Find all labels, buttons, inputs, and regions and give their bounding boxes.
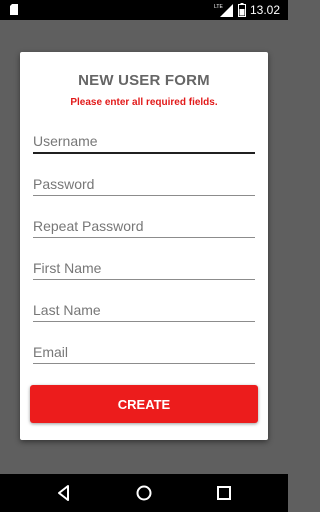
status-icons: LTE 13.02: [214, 2, 280, 18]
username-field[interactable]: [33, 130, 255, 154]
email-field[interactable]: [33, 340, 255, 364]
signal-icon: LTE: [214, 4, 233, 17]
home-icon[interactable]: [133, 482, 155, 504]
email-input[interactable]: [33, 340, 255, 364]
create-button[interactable]: CREATE: [30, 385, 258, 423]
username-input[interactable]: [33, 130, 255, 154]
back-icon[interactable]: [53, 482, 75, 504]
sd-card-icon: [10, 4, 18, 15]
navigation-bar: [0, 474, 288, 512]
repeat-password-field[interactable]: [33, 214, 255, 238]
clock: 13.02: [249, 3, 280, 17]
last-name-input[interactable]: [33, 298, 255, 322]
repeat-password-input[interactable]: [33, 214, 255, 238]
form-title: NEW USER FORM: [78, 72, 210, 89]
required-fields-message: Please enter all required fields.: [70, 97, 218, 108]
status-bar: LTE 13.02: [0, 0, 288, 20]
password-input[interactable]: [33, 172, 255, 196]
recents-icon[interactable]: [213, 482, 235, 504]
first-name-field[interactable]: [33, 256, 255, 280]
new-user-dialog: NEW USER FORM Please enter all required …: [20, 52, 268, 440]
password-field[interactable]: [33, 172, 255, 196]
battery-icon: [237, 3, 246, 17]
network-type-label: LTE: [214, 4, 223, 10]
last-name-field[interactable]: [33, 298, 255, 322]
first-name-input[interactable]: [33, 256, 255, 280]
